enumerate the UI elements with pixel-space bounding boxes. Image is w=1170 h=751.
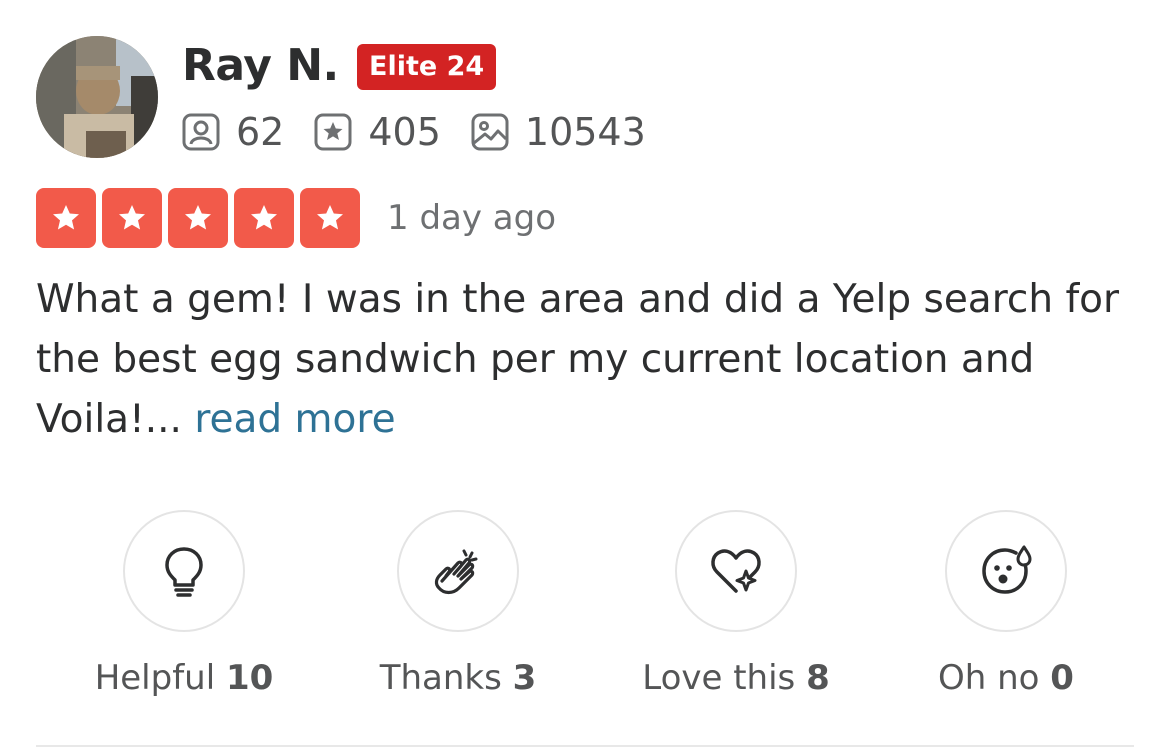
helpful-button[interactable]: [123, 510, 245, 632]
thanks-label: Thanks 3: [328, 656, 588, 700]
review-text: What a gem! I was in the area and did a …: [36, 270, 1131, 450]
love-this-label: Love this 8: [606, 656, 866, 700]
reactions-bar: Helpful 10 Thanks 3 Love this 8 Oh no 0: [0, 510, 1170, 710]
elite-badge: Elite 24: [357, 44, 497, 90]
reaction-helpful[interactable]: Helpful 10: [54, 510, 314, 700]
star-icon: [168, 188, 228, 248]
review-card: Ray N. Elite 24 62 405 10543 1 day ago W…: [0, 0, 1170, 751]
thanks-count: 3: [512, 658, 537, 698]
reviews-stat: 405: [314, 110, 441, 154]
thanks-button[interactable]: [397, 510, 519, 632]
helpful-count: 10: [225, 658, 274, 698]
user-avatar[interactable]: [36, 36, 158, 158]
avatar-photo: [36, 36, 158, 158]
review-star-icon: [314, 113, 352, 151]
star-icon: [102, 188, 162, 248]
love-this-text: Love this: [642, 658, 796, 698]
clapping-hands-icon: [434, 549, 478, 595]
photos-count: 10543: [524, 110, 646, 154]
oh-no-count: 0: [1050, 658, 1074, 698]
user-name[interactable]: Ray N.: [182, 36, 339, 96]
reaction-love-this[interactable]: Love this 8: [606, 510, 866, 700]
friends-stat: 62: [182, 110, 284, 154]
star-icon: [36, 188, 96, 248]
oh-no-text: Oh no: [938, 658, 1040, 698]
reaction-thanks[interactable]: Thanks 3: [328, 510, 588, 700]
star-rating: [36, 188, 366, 248]
love-this-count: 8: [806, 658, 830, 698]
user-stats: 62 405 10543: [182, 107, 676, 157]
lightbulb-icon: [165, 547, 203, 597]
thanks-text: Thanks: [379, 658, 502, 698]
helpful-text: Helpful: [94, 658, 216, 698]
friends-count: 62: [236, 110, 285, 154]
heart-sparkle-icon: [711, 549, 761, 593]
star-icon: [300, 188, 360, 248]
reviews-count: 405: [368, 110, 441, 154]
oh-no-button[interactable]: [945, 510, 1067, 632]
love-this-button[interactable]: [675, 510, 797, 632]
read-more-link[interactable]: read more: [194, 397, 395, 442]
surprised-face-icon: [982, 545, 1032, 594]
review-date: 1 day ago: [387, 198, 557, 238]
bottom-divider: [36, 745, 1134, 747]
reaction-oh-no[interactable]: Oh no 0: [876, 510, 1136, 700]
friends-icon: [182, 113, 220, 151]
oh-no-label: Oh no 0: [876, 656, 1136, 700]
photo-icon: [471, 113, 509, 151]
star-icon: [234, 188, 294, 248]
helpful-label: Helpful 10: [54, 656, 314, 700]
photos-stat: 10543: [471, 110, 646, 154]
